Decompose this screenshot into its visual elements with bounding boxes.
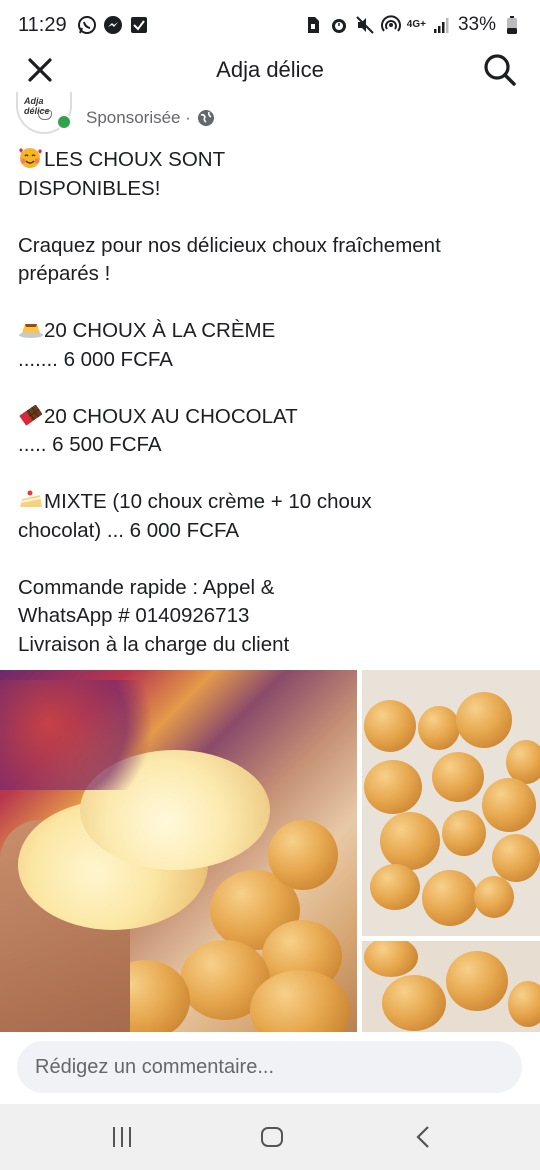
choux-puff [456, 692, 512, 748]
post-line-gap [18, 289, 528, 318]
hotspot-icon [380, 15, 401, 35]
post-line-gap [18, 460, 528, 489]
choux-puff [380, 812, 440, 870]
post-line: 20 CHOUX À LA CRÈME [18, 317, 528, 346]
post-line: 20 CHOUX AU CHOCOLAT [18, 403, 528, 432]
choux-puff [364, 760, 422, 814]
recents-button[interactable] [102, 1120, 142, 1154]
post-meta: Adja délice Sponsorisée · [16, 92, 536, 136]
comment-input[interactable]: Rédigez un commentaire... [17, 1041, 522, 1093]
photo-top-right[interactable] [362, 670, 540, 936]
post-line: LES CHOUX SONT [18, 146, 528, 175]
post-line: ..... 6 500 FCFA [18, 433, 162, 456]
post-line: préparés ! [18, 262, 111, 285]
sponsored-label: Sponsorisée · [86, 108, 215, 128]
status-bar: 11:29 4G+ 33% [0, 0, 540, 50]
post-line-gap [18, 374, 528, 403]
choux-puff [370, 864, 420, 910]
smiling-face-with-hearts-emoji [18, 147, 44, 169]
home-button[interactable] [252, 1120, 292, 1154]
photo-grid [0, 670, 540, 1032]
sponsored-text: Sponsorisée · [86, 108, 191, 127]
page-title: Adja délice [216, 57, 324, 82]
search-icon [484, 54, 516, 86]
signal-icon [432, 15, 452, 35]
custard-emoji [18, 318, 44, 340]
whatsapp-icon [77, 15, 97, 35]
cooking-pot-icon [38, 110, 52, 120]
choux-puff [492, 834, 540, 882]
checkbox-icon [129, 15, 149, 35]
choux-puff [364, 700, 416, 752]
battery-icon [502, 15, 522, 35]
post-line: DISPONIBLES! [18, 176, 161, 200]
choux-puff [422, 870, 478, 926]
close-button[interactable] [22, 52, 58, 88]
post-line: chocolat) ... 6 000 FCFA [18, 518, 240, 542]
search-button[interactable] [480, 50, 520, 90]
post-line: WhatsApp # 0140926713 [18, 604, 250, 627]
close-icon [28, 58, 52, 82]
comment-area: Rédigez un commentaire... [0, 1032, 540, 1104]
header: Adja délice [0, 46, 540, 94]
choux-puff [508, 981, 540, 1027]
nav-bar [0, 1104, 540, 1170]
photo-bottom-right[interactable] [362, 941, 540, 1032]
choux-puff [482, 778, 536, 832]
background-decoration [0, 680, 160, 790]
choux-puff [474, 876, 514, 918]
globe-icon [197, 109, 215, 127]
back-button[interactable] [404, 1120, 444, 1154]
online-status-icon [56, 114, 72, 130]
battery-percent: 33% [457, 14, 496, 35]
choux-puff [432, 752, 484, 802]
alarm-icon [329, 15, 349, 35]
post-line: ....... 6 000 FCFA [18, 347, 173, 371]
choux-puff [446, 951, 508, 1011]
mute-icon [355, 15, 375, 35]
back-icon [416, 1126, 429, 1148]
messenger-icon [103, 15, 123, 35]
post-line: Livraison à la charge du client [18, 632, 290, 656]
post-text: LES CHOUX SONT DISPONIBLES! Craquez pour… [18, 146, 528, 659]
choux-puff [442, 810, 486, 856]
post-line: Craquez pour nos délicieux choux fraîche… [18, 233, 441, 257]
photo-main[interactable] [0, 670, 357, 1032]
sim-icon [303, 15, 323, 35]
post-line-gap [18, 545, 528, 574]
network-type: 4G+ [406, 19, 426, 30]
choux-puff [268, 820, 338, 890]
post-line-gap [18, 203, 528, 232]
choux-puff [382, 975, 446, 1031]
post-line: MIXTE (10 choux crème + 10 choux [18, 488, 528, 517]
choux-puff [418, 706, 460, 750]
status-time: 11:29 [18, 13, 67, 36]
shortcake-emoji [18, 489, 44, 511]
recents-icon [113, 1127, 131, 1147]
chocolate-bar-emoji [18, 404, 44, 426]
post-line: Commande rapide : Appel & [18, 575, 275, 599]
home-icon [261, 1127, 283, 1147]
choux-puff [364, 941, 418, 977]
